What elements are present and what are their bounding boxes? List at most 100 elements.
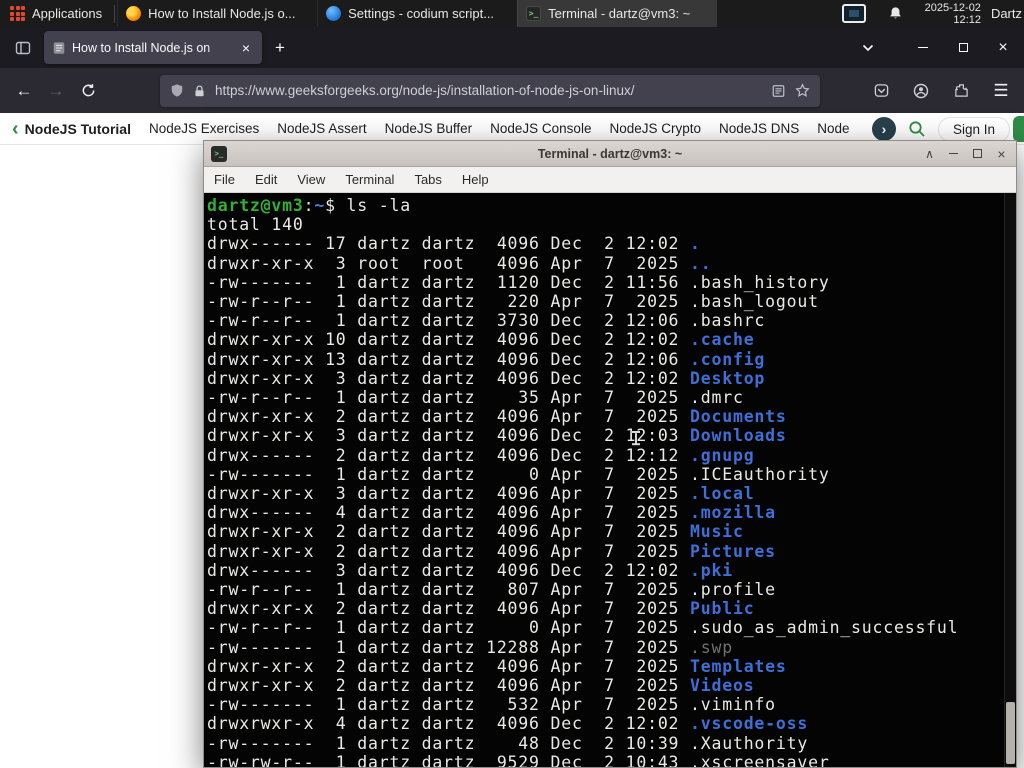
forward-button[interactable]: → [40,75,72,107]
browser-tab-active[interactable]: How to Install Node.js on × [44,31,262,64]
browser-tab-bar: How to Install Node.js on × + × [0,27,1024,68]
terminal-line: drwxrwxr-x 4 dartz dartz 4096 Dec 2 12:0… [207,714,809,734]
terminal-line: drwx------ 2 dartz dartz 4096 Dec 2 12:1… [207,445,755,465]
terminal-line: drwxr-xr-x 2 dartz dartz 4096 Apr 7 2025… [207,656,787,676]
lock-icon[interactable] [193,84,206,98]
clock-time: 12:12 [953,13,981,26]
gfg-scroll-right-chevron-icon[interactable]: › [871,117,896,141]
terminal-line: -rw------- 1 dartz dartz 12288 Apr 7 202… [207,637,733,657]
pocket-icon[interactable] [866,75,896,107]
browser-restore-button[interactable] [956,40,970,56]
gfg-nav-link[interactable]: NodeJS Exercises [149,121,259,136]
taskbar-item-firefox[interactable]: How to Install Node.js o... [117,0,317,27]
desktop: Applications How to Install Node.js o...… [0,0,1024,768]
terminal-shade-button[interactable]: ∧ [921,145,938,162]
terminal-titlebar[interactable]: >_ Terminal - dartz@vm3: ~ ∧ × [204,141,1016,167]
firefox-view-icon[interactable] [8,33,38,63]
terminal-line: -rw-rw-r-- 1 dartz dartz 9529 Dec 2 10:4… [207,752,830,767]
menu-view[interactable]: View [287,167,335,192]
applications-menu-button[interactable]: Applications [0,0,112,27]
taskbar-item-terminal[interactable]: >_ Terminal - dartz@vm3: ~ [517,0,718,27]
terminal-menubar: File Edit View Terminal Tabs Help [204,167,1016,193]
panel-user-label[interactable]: Dartz [991,6,1022,21]
taskbar-item-title: Settings - codium script... [348,6,495,21]
terminal-line: -rw------- 1 dartz dartz 532 Apr 7 2025 … [207,695,776,715]
new-tab-button[interactable]: + [266,34,294,62]
tab-close-icon[interactable]: × [236,38,256,58]
bookmark-star-icon[interactable] [795,83,810,98]
menu-help[interactable]: Help [452,167,499,192]
back-button[interactable]: ← [8,75,40,107]
terminal-line: drwx------ 4 dartz dartz 4096 Apr 7 2025… [207,503,776,523]
gfg-nav-links: NodeJS Tutorial NodeJS Exercises NodeJS … [25,121,850,137]
terminal-line: total 140 [207,215,304,235]
panel-separator [114,4,116,23]
terminal-title: Terminal - dartz@vm3: ~ [537,146,683,161]
gfg-nav-link[interactable]: NodeJS Assert [277,121,366,136]
terminal-line: drwxr-xr-x 13 dartz dartz 4096 Dec 2 12:… [207,349,766,369]
extensions-puzzle-icon[interactable] [946,75,976,107]
notification-bell-icon[interactable] [888,6,903,21]
gfg-sign-in-button[interactable]: Sign In [937,116,1010,142]
firefox-icon [126,6,142,21]
terminal-line: -rw------- 1 dartz dartz 1120 Dec 2 11:5… [207,272,830,292]
applications-label: Applications [32,6,103,21]
terminal-line: drwxr-xr-x 2 dartz dartz 4096 Apr 7 2025… [207,522,744,542]
menu-edit[interactable]: Edit [245,167,287,192]
gfg-floating-button-partial[interactable] [1013,116,1024,142]
terminal-icon: >_ [526,6,542,21]
terminal-line: drwxr-xr-x 3 dartz dartz 4096 Dec 2 12:0… [207,368,766,388]
tab-title: How to Install Node.js on [72,40,211,55]
terminal-line: -rw-r--r-- 1 dartz dartz 0 Apr 7 2025 .s… [207,618,959,638]
account-icon[interactable] [906,75,936,107]
terminal-line: drwxr-xr-x 3 dartz dartz 4096 Dec 2 12:0… [207,426,787,446]
terminal-line: drwxr-xr-x 10 dartz dartz 4096 Dec 2 12:… [207,330,755,350]
gfg-nav-link[interactable]: NodeJS Buffer [385,121,473,136]
taskbar-item-settings[interactable]: Settings - codium script... [317,0,517,27]
taskbar-item-title: Terminal - dartz@vm3: ~ [548,6,691,21]
terminal-line: -rw------- 1 dartz dartz 48 Dec 2 10:39 … [207,733,809,753]
gfg-scroll-left-chevron-icon[interactable]: ‹ [12,119,19,139]
gfg-nav-link[interactable]: NodeJS Tutorial [25,121,131,137]
terminal-line: drwx------ 17 dartz dartz 4096 Dec 2 12:… [207,234,701,254]
menu-terminal[interactable]: Terminal [335,167,404,192]
settings-icon [326,6,342,21]
terminal-scrollbar-thumb[interactable] [1006,702,1015,764]
terminal-line: -rw-r--r-- 1 dartz dartz 3730 Dec 2 12:0… [207,311,766,331]
reload-button[interactable] [72,75,104,107]
reader-mode-icon[interactable] [771,84,786,98]
url-text[interactable]: https://www.geeksforgeeks.org/node-js/in… [215,83,762,98]
terminal-maximize-button[interactable] [969,145,986,162]
hamburger-menu-icon[interactable]: ☰ [986,75,1016,107]
terminal-minimize-button[interactable] [945,145,962,162]
terminal-line: -rw-r--r-- 1 dartz dartz 220 Apr 7 2025 … [207,292,819,312]
list-all-tabs-chevron-down-icon[interactable] [854,34,882,62]
browser-toolbar: ← → https://www.geeksforgeeks.org/node-j… [0,68,1024,113]
systray-display-icon[interactable] [841,4,866,23]
terminal-line: drwxr-xr-x 2 dartz dartz 4096 Apr 7 2025… [207,407,787,427]
browser-minimize-button[interactable] [916,40,930,56]
terminal-line: drwxr-xr-x 3 root root 4096 Apr 7 2025 .… [207,253,712,273]
tab-favicon [53,41,65,54]
taskbar-item-title: How to Install Node.js o... [148,6,296,21]
gfg-nav-link[interactable]: NodeJS Console [490,121,591,136]
terminal-close-button[interactable]: × [993,145,1010,162]
gfg-nav-link[interactable]: NodeJS DNS [719,121,799,136]
url-bar[interactable]: https://www.geeksforgeeks.org/node-js/in… [160,74,820,107]
menu-file[interactable]: File [204,167,245,192]
terminal-window: >_ Terminal - dartz@vm3: ~ ∧ × File Edit… [203,140,1017,768]
menu-tabs[interactable]: Tabs [404,167,451,192]
gfg-nav-link[interactable]: Node [817,121,849,136]
terminal-body[interactable]: dartz@vm3:~$ ls -la total 140 drwx------ 1… [204,193,1016,767]
gfg-nav-link[interactable]: NodeJS Crypto [609,121,701,136]
terminal-line: drwxr-xr-x 2 dartz dartz 4096 Apr 7 2025… [207,676,755,696]
applications-grid-icon [10,6,25,21]
terminal-scrollbar[interactable] [1004,193,1016,767]
terminal-line: drwxr-xr-x 3 dartz dartz 4096 Apr 7 2025… [207,484,755,504]
panel-clock[interactable]: 2025-12-02 12:12 [925,2,981,26]
gfg-search-icon[interactable] [908,120,926,138]
tracking-shield-icon[interactable] [170,83,184,98]
browser-close-button[interactable]: × [996,39,1010,56]
terminal-line: drwx------ 3 dartz dartz 4096 Dec 2 12:0… [207,560,733,580]
terminal-line: drwxr-xr-x 2 dartz dartz 4096 Apr 7 2025… [207,541,776,561]
